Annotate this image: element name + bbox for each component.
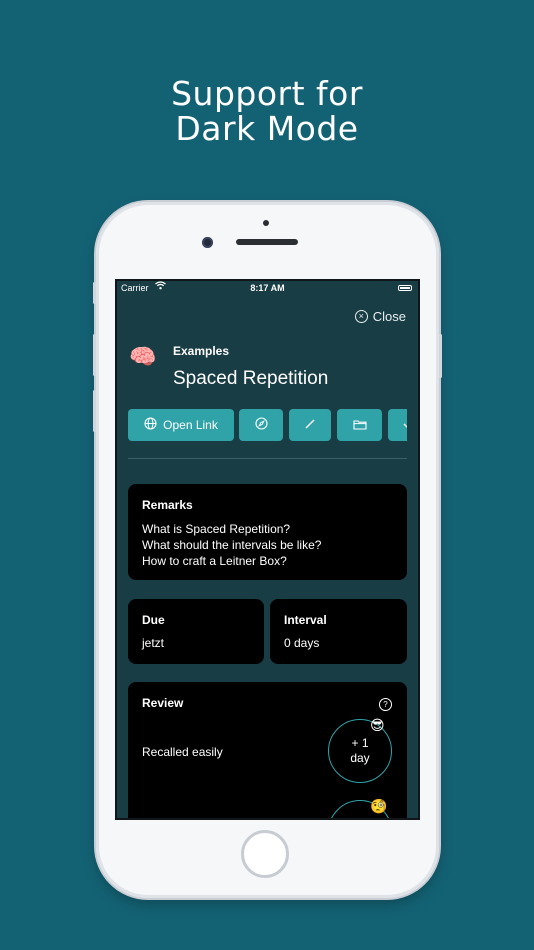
brain-icon: 🧠: [129, 344, 157, 369]
compass-icon: [254, 417, 268, 433]
interval-unit: day: [350, 751, 370, 765]
status-bar: Carrier 8:17 AM: [117, 281, 418, 297]
due-heading: Due: [142, 613, 165, 627]
globe-icon: [144, 417, 157, 433]
card-title: Spaced Repetition: [173, 368, 329, 389]
remark-line: How to craft a Leitner Box?: [142, 554, 287, 568]
close-icon: ×: [354, 310, 368, 323]
edit-button[interactable]: [289, 409, 331, 441]
divider: [128, 458, 407, 459]
proximity-sensor: [263, 220, 269, 226]
remark-line: What is Spaced Repetition?: [142, 522, 291, 536]
volume-down-button: [93, 390, 96, 432]
monocle-emoji-icon: 🧐: [370, 798, 388, 814]
open-link-label: Open Link: [163, 418, 218, 432]
home-button[interactable]: [241, 830, 289, 878]
front-camera: [202, 237, 213, 248]
status-time: 8:17 AM: [250, 283, 285, 293]
close-label: Close: [372, 309, 406, 324]
review-heading: Review: [142, 696, 184, 710]
sunglasses-emoji-icon: 😎: [370, 717, 385, 733]
recalled-easily-label: Recalled easily: [142, 745, 223, 759]
due-panel: Due jetzt: [128, 599, 264, 664]
help-icon[interactable]: ?: [379, 698, 392, 711]
mute-switch: [93, 282, 96, 304]
interval-value: 0 days: [284, 636, 320, 650]
folder-button[interactable]: [337, 409, 382, 441]
app-screen: Carrier 8:17 AM × Close 🧠 Examples Space…: [117, 281, 418, 818]
remarks-text: What is Spaced Repetition? What should t…: [142, 521, 321, 569]
pencil-icon: [304, 418, 316, 433]
headline-line-1: Support for: [171, 74, 363, 113]
action-bar: Open Link: [128, 409, 407, 441]
interval-panel: Interval 0 days: [270, 599, 407, 664]
remarks-heading: Remarks: [142, 498, 193, 512]
power-button: [439, 334, 442, 378]
review-panel: Review ? Recalled easily + 1 day 😎 🧐: [128, 682, 407, 818]
compass-button[interactable]: [239, 409, 283, 441]
interval-increment: + 1: [351, 736, 369, 750]
due-value: jetzt: [142, 636, 165, 650]
remark-line: What should the intervals be like?: [142, 538, 322, 552]
more-actions-button[interactable]: [388, 409, 407, 441]
open-link-button[interactable]: Open Link: [128, 409, 234, 441]
headline: Support for Dark Mode: [0, 76, 534, 146]
chevron-down-icon: [403, 418, 407, 433]
volume-up-button: [93, 334, 96, 376]
close-button[interactable]: × Close: [354, 309, 406, 324]
battery-icon: [398, 285, 412, 291]
headline-line-2: Dark Mode: [175, 109, 359, 148]
earpiece-speaker: [236, 239, 298, 245]
interval-heading: Interval: [284, 613, 327, 627]
deck-name: Examples: [173, 344, 230, 358]
folder-icon: [352, 418, 367, 433]
remarks-panel: Remarks What is Spaced Repetition? What …: [128, 484, 407, 580]
